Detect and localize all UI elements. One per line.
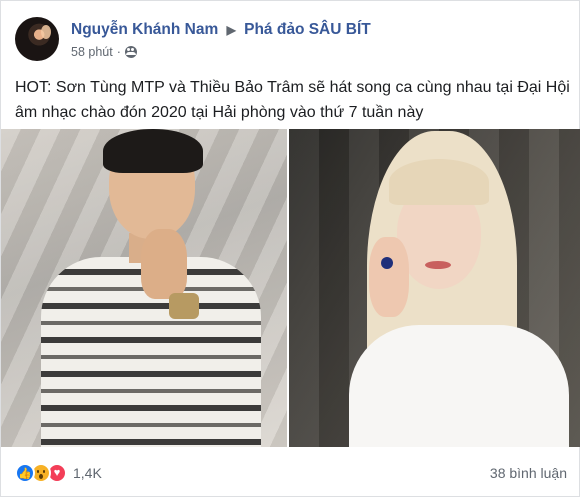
photo-figure-lips — [425, 261, 451, 269]
like-icon: 👍 — [15, 463, 35, 483]
post-timestamp[interactable]: 58 phút — [71, 45, 113, 59]
photo-figure-watch — [169, 293, 199, 319]
post-text: HOT: Sơn Tùng MTP và Thiều Bảo Trâm sẽ h… — [15, 79, 570, 121]
post-header: Nguyễn Khánh Nam ▶ Phá đảo SÂU BÍT 58 ph… — [15, 15, 565, 67]
photo-figure-hair — [103, 129, 203, 173]
post-title-line: Nguyễn Khánh Nam ▶ Phá đảo SÂU BÍT — [71, 21, 371, 39]
meta-separator: · — [116, 45, 121, 59]
photo-figure-bangs — [389, 159, 489, 205]
reactions-summary[interactable]: 👍 ♥ 1,4K — [15, 463, 102, 483]
photo-figure-shirt — [349, 325, 569, 447]
post-card: Nguyễn Khánh Nam ▶ Phá đảo SÂU BÍT 58 ph… — [0, 0, 580, 497]
avatar-highlight — [41, 25, 51, 39]
photo-figure-hand — [141, 229, 187, 299]
author-avatar[interactable] — [15, 17, 59, 61]
post-meta: 58 phút · — [71, 45, 137, 59]
friends-icon[interactable] — [124, 46, 137, 58]
post-photos — [1, 129, 580, 447]
comments-count[interactable]: 38 bình luận — [490, 465, 567, 481]
photo-figure-ring — [381, 257, 393, 269]
photo-figure-hand — [369, 237, 409, 317]
author-name[interactable]: Nguyễn Khánh Nam — [71, 21, 218, 38]
right-triangle-icon: ▶ — [226, 23, 236, 37]
group-name[interactable]: Phá đảo SÂU BÍT — [244, 21, 371, 38]
photo-left[interactable] — [1, 129, 287, 447]
wow-face — [34, 466, 48, 480]
post-footer: 👍 ♥ 1,4K 38 bình luận — [15, 459, 567, 487]
photo-right[interactable] — [289, 129, 580, 447]
reaction-count[interactable]: 1,4K — [73, 465, 102, 481]
